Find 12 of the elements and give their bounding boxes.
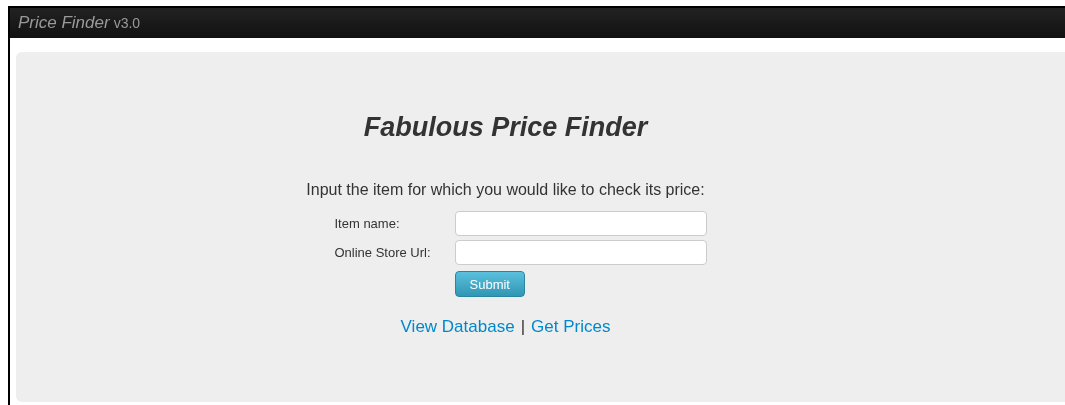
prompt-text: Input the item for which you would like to check its price: <box>306 181 705 199</box>
page-title: Fabulous Price Finder <box>363 112 648 143</box>
field-label: Item name: <box>334 216 401 231</box>
link-separator: | <box>520 317 526 337</box>
app-brand[interactable]: Price Finder <box>18 13 110 33</box>
input-field[interactable] <box>454 240 707 265</box>
nav-link[interactable]: Get Prices <box>531 317 611 337</box>
submit-button[interactable]: Submit <box>454 271 525 297</box>
version-label: v3.0 <box>113 15 141 31</box>
field-label: Online Store Url: <box>334 245 432 260</box>
nav-link[interactable]: View Database <box>400 317 515 337</box>
input-field[interactable] <box>454 211 707 236</box>
